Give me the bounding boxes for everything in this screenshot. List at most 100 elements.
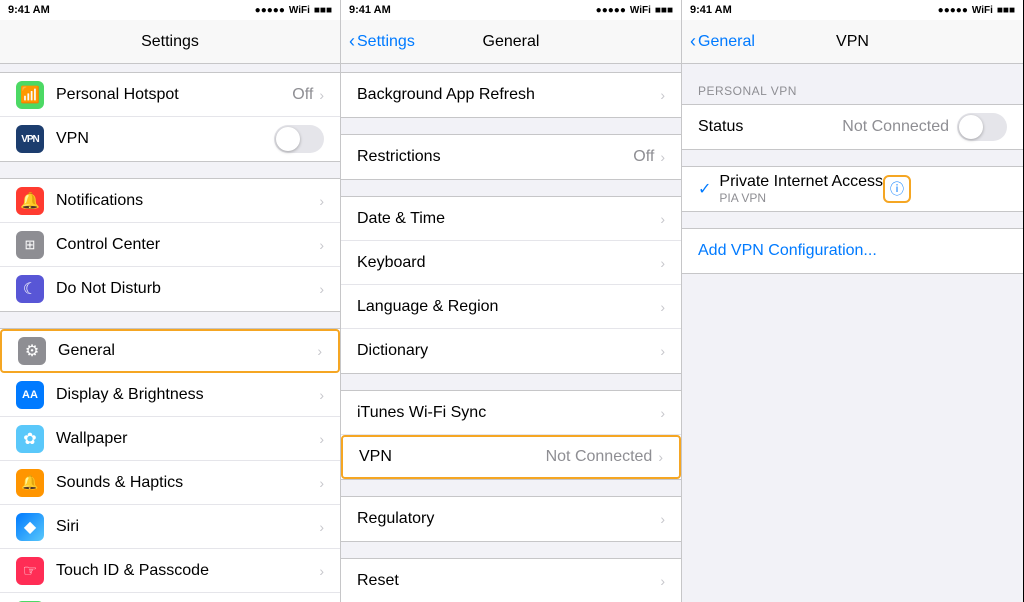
wallpaper-icon: ✿ [16, 425, 44, 453]
siri-icon: ◆ [16, 513, 44, 541]
personal-vpn-label: PERSONAL VPN [682, 72, 1023, 104]
itunes-wifi-label: iTunes Wi-Fi Sync [357, 404, 660, 422]
hotspot-value: Off [292, 86, 313, 104]
siri-chevron: › [319, 519, 324, 535]
wallpaper-item[interactable]: ✿ Wallpaper › [0, 417, 340, 461]
regulatory-group: Regulatory › [341, 496, 681, 542]
keyboard-item[interactable]: Keyboard › [341, 241, 681, 285]
vpn-status-item: Status Not Connected [682, 105, 1023, 149]
reset-label: Reset [357, 572, 660, 590]
vpn-status-toggle-knob [959, 115, 983, 139]
keyboard-chevron: › [660, 255, 665, 271]
status-icons-2: ●●●●● WiFi ■■■ [596, 5, 673, 16]
settings-panel: 9:41 AM ●●●●● WiFi ■■■ Settings 📶 Person… [0, 0, 341, 602]
display-chevron: › [319, 387, 324, 403]
date-time-chevron: › [660, 211, 665, 227]
status-bar-2: 9:41 AM ●●●●● WiFi ■■■ [341, 0, 681, 20]
itunes-wifi-item[interactable]: iTunes Wi-Fi Sync › [341, 391, 681, 435]
itunes-wifi-chevron: › [660, 405, 665, 421]
vpn-label-1: VPN [56, 130, 274, 148]
touch-id-item[interactable]: ☞ Touch ID & Passcode › [0, 549, 340, 593]
section-group-1: 📶 Personal Hotspot Off › VPN VPN [0, 72, 340, 162]
vpn-icon-1: VPN [16, 125, 44, 153]
pia-checkmark: ✓ [698, 179, 711, 199]
vpn-toggle-knob [276, 127, 300, 151]
siri-item[interactable]: ◆ Siri › [0, 505, 340, 549]
control-center-chevron: › [319, 237, 324, 253]
add-vpn-item[interactable]: Add VPN Configuration... [682, 229, 1023, 273]
restrictions-value: Off [633, 148, 654, 166]
dictionary-chevron: › [660, 343, 665, 359]
general-label: General [58, 342, 317, 360]
language-region-chevron: › [660, 299, 665, 315]
touch-id-chevron: › [319, 563, 324, 579]
battery-icon-2: ■■■ [655, 5, 673, 16]
display-label: Display & Brightness [56, 386, 319, 404]
control-center-label: Control Center [56, 236, 319, 254]
bg-refresh-label: Background App Refresh [357, 86, 660, 104]
wifi-icon-3: WiFi [972, 5, 993, 16]
vpn-item-2[interactable]: VPN Not Connected › [341, 435, 681, 479]
display-brightness-item[interactable]: AA Display & Brightness › [0, 373, 340, 417]
do-not-disturb-label: Do Not Disturb [56, 280, 319, 298]
hotspot-icon: 📶 [16, 81, 44, 109]
nav-bar-1: Settings [0, 20, 340, 64]
time-1: 9:41 AM [8, 4, 50, 16]
notifications-icon: 🔔 [16, 187, 44, 215]
signal-icon-1: ●●●●● [255, 5, 285, 16]
sounds-item[interactable]: 🔔 Sounds & Haptics › [0, 461, 340, 505]
vpn-value-2: Not Connected [546, 448, 653, 466]
date-time-item[interactable]: Date & Time › [341, 197, 681, 241]
dictionary-item[interactable]: Dictionary › [341, 329, 681, 373]
vpn-status-toggle[interactable] [957, 113, 1007, 141]
back-label-2: Settings [357, 33, 415, 51]
wifi-icon-1: WiFi [289, 5, 310, 16]
back-btn-2[interactable]: ‹ Settings [341, 31, 415, 52]
do-not-disturb-icon: ☾ [16, 275, 44, 303]
wallpaper-label: Wallpaper [56, 430, 319, 448]
back-btn-3[interactable]: ‹ General [682, 31, 755, 52]
reset-group: Reset › [341, 558, 681, 602]
nav-title-2: General [483, 33, 540, 51]
vpn-status-label: Status [698, 118, 842, 136]
bg-refresh-chevron: › [660, 87, 665, 103]
restrictions-item[interactable]: Restrictions Off › [341, 135, 681, 179]
notifications-item[interactable]: 🔔 Notifications › [0, 179, 340, 223]
general-icon: ⚙ [18, 337, 46, 365]
general-item[interactable]: ⚙ General › [0, 329, 340, 373]
nav-bar-3: ‹ General VPN [682, 20, 1023, 64]
vpn-item-1[interactable]: VPN VPN [0, 117, 340, 161]
status-icons-3: ●●●●● WiFi ■■■ [938, 5, 1015, 16]
reset-item[interactable]: Reset › [341, 559, 681, 602]
add-vpn-label: Add VPN Configuration... [698, 242, 877, 260]
vpn-panel: 9:41 AM ●●●●● WiFi ■■■ ‹ General VPN PER… [682, 0, 1023, 602]
regulatory-item[interactable]: Regulatory › [341, 497, 681, 541]
vpn-toggle[interactable] [274, 125, 324, 153]
touch-id-icon: ☞ [16, 557, 44, 585]
vpn-provider-group: ✓ Private Internet Access PIA VPN ⓘ [682, 166, 1023, 212]
back-chevron-2: ‹ [349, 31, 355, 52]
hotspot-label: Personal Hotspot [56, 86, 292, 104]
general-list: Background App Refresh › Restrictions Of… [341, 64, 681, 602]
bg-refresh-item[interactable]: Background App Refresh › [341, 73, 681, 117]
battery-item[interactable]: ⚡ Battery › [0, 593, 340, 602]
wallpaper-chevron: › [319, 431, 324, 447]
signal-icon-3: ●●●●● [938, 5, 968, 16]
restrictions-group: Restrictions Off › [341, 134, 681, 180]
personal-hotspot-item[interactable]: 📶 Personal Hotspot Off › [0, 73, 340, 117]
pia-vpn-item[interactable]: ✓ Private Internet Access PIA VPN ⓘ [682, 167, 1023, 211]
pia-info-btn[interactable]: ⓘ [883, 175, 911, 203]
pia-info-icon: ⓘ [890, 179, 904, 199]
control-center-item[interactable]: ⊞ Control Center › [0, 223, 340, 267]
section-group-2: 🔔 Notifications › ⊞ Control Center › ☾ D… [0, 178, 340, 312]
vpn-list: PERSONAL VPN Status Not Connected ✓ Priv… [682, 64, 1023, 602]
back-chevron-3: ‹ [690, 31, 696, 52]
vpn-status-group: Status Not Connected [682, 104, 1023, 150]
time-3: 9:41 AM [690, 4, 732, 16]
signal-icon-2: ●●●●● [596, 5, 626, 16]
sounds-label: Sounds & Haptics [56, 474, 319, 492]
language-region-item[interactable]: Language & Region › [341, 285, 681, 329]
do-not-disturb-item[interactable]: ☾ Do Not Disturb › [0, 267, 340, 311]
notifications-label: Notifications [56, 192, 319, 210]
nav-title-1: Settings [141, 33, 199, 51]
